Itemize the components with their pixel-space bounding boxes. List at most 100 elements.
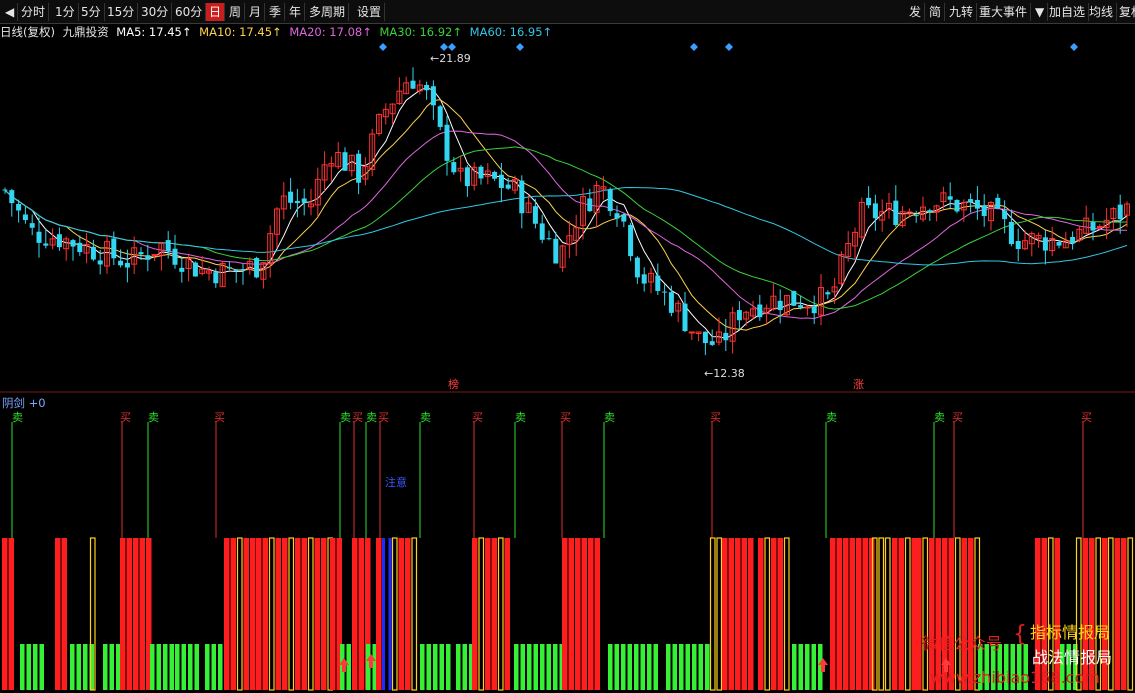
candle-body [56, 234, 62, 248]
indicator-bar-green [346, 644, 351, 690]
indicator-bar-green [39, 644, 44, 690]
indicator-bar-red [916, 538, 922, 690]
kline-chart[interactable]: ←21.89←12.38榜 涨卖卖卖卖卖卖卖卖卖买买买买买买买买买注意 [0, 40, 1135, 693]
tab-0[interactable]: 分时 [18, 3, 50, 21]
candle-body [118, 260, 124, 266]
tab-6[interactable]: 日 [206, 3, 226, 21]
tab-5[interactable]: 60分 [172, 3, 207, 21]
indicator-bar-green [666, 644, 671, 690]
period-label[interactable]: 日线(复权) [0, 25, 55, 39]
indicator-bar-green [798, 644, 803, 690]
indicator-bar-green [614, 644, 619, 690]
indicator-bar-red [748, 538, 754, 690]
candle-body [288, 191, 294, 203]
candle-body [29, 223, 35, 228]
watermark-brace: { [1013, 622, 1027, 647]
toolbar: ◀ 分时 1分 5分 15分 30分 60分日周月季年多周期 设置发简九转 重大事件 ▼ 加自选 均线… [0, 0, 1135, 24]
candle-body [1096, 226, 1103, 229]
tool-0[interactable]: 发 [906, 3, 926, 21]
candle-body [947, 196, 953, 200]
candle-body [444, 124, 450, 161]
indicator-bar-yellow [764, 537, 771, 691]
tab-12[interactable]: 设置 [354, 3, 386, 21]
indicator-bar-yellow [497, 537, 504, 691]
indicator-bar-green [76, 644, 81, 690]
candle-body [614, 213, 620, 219]
candle-body [682, 303, 688, 332]
tab-3[interactable]: 15分 [104, 3, 139, 21]
indicator-bar-red [295, 538, 301, 690]
tab-8[interactable]: 月 [246, 3, 266, 21]
indicator-bar-red [771, 538, 777, 690]
indicator-bar-yellow [878, 537, 885, 691]
ma30-line [4, 146, 1128, 310]
indicator-bar-red [139, 538, 145, 690]
indicator-bar-green [679, 644, 684, 690]
candle-body [662, 291, 668, 293]
tab-9[interactable]: 季 [266, 3, 286, 21]
indicator-bar-red [777, 538, 783, 690]
candle-body [621, 214, 627, 222]
candle-body [498, 174, 504, 188]
tab-10[interactable]: 年 [286, 3, 306, 21]
tool-6[interactable]: 均线 [1086, 3, 1118, 21]
ma20-value: MA20: 17.08↑ [289, 25, 372, 39]
indicator-bar-red [758, 538, 764, 690]
tool-5[interactable]: 加自选 [1046, 3, 1090, 21]
indicator-bar-red [243, 538, 249, 690]
tab-7[interactable]: 周 [226, 3, 246, 21]
candle-body [36, 231, 42, 243]
indicator-bar-red [575, 538, 581, 690]
sell-signal-label: 卖 [340, 411, 351, 424]
indicator-bar-yellow [391, 537, 398, 691]
indicator-bar-yellow [236, 537, 243, 691]
candle-body [634, 257, 640, 278]
candle-body [872, 203, 878, 219]
signal-diamond [1070, 43, 1078, 51]
indicator-bar-green [527, 644, 532, 690]
tool-1[interactable]: 简 [926, 3, 946, 21]
signal-diamond [516, 43, 524, 51]
candle-body [151, 254, 158, 257]
tab-4[interactable]: 30分 [138, 3, 173, 21]
tab-1[interactable]: 1分 [52, 3, 79, 21]
candle-body [240, 269, 246, 271]
indicator-bar-green [692, 644, 697, 690]
signal-diamond [440, 43, 448, 51]
indicator-bar-green [169, 644, 174, 690]
tab-11[interactable]: 多周期 [306, 3, 350, 21]
tab-2[interactable]: 5分 [78, 3, 105, 21]
indicator-bar-red [568, 538, 574, 690]
indicator-bar-green [426, 644, 431, 690]
indicator-value: +0 [28, 396, 46, 410]
indicator-bar-green [20, 644, 25, 690]
indicator-bar-red [262, 538, 268, 690]
indicator-bar-green [156, 644, 161, 690]
indicator-bar-red [849, 538, 855, 690]
indicator-bar-green [205, 644, 210, 690]
indicator-bar-green [218, 644, 223, 690]
indicator-bar-green [33, 644, 38, 690]
candle-body [553, 238, 559, 264]
tool-3[interactable]: 重大事件 [976, 3, 1032, 21]
candle-body [546, 238, 552, 240]
candle-body [77, 242, 83, 253]
indicator-bar-red [843, 538, 849, 690]
candle-body [777, 300, 783, 311]
candle-body [995, 197, 1001, 209]
high-price-label: ←21.89 [430, 52, 471, 65]
buy-signal-label: 买 [710, 411, 721, 424]
indicator-bar-blue [388, 538, 392, 690]
indicator-bar-green [792, 644, 797, 690]
tool-7[interactable]: 复权 [1116, 3, 1135, 21]
indicator-bar-green [805, 644, 810, 690]
candle-body [1056, 241, 1062, 246]
candle-body [825, 292, 831, 295]
candle-body [138, 252, 144, 255]
signal-diamond [448, 43, 456, 51]
indicator-bar-green [608, 644, 613, 690]
back-icon[interactable]: ◀ [2, 3, 19, 21]
indicator-bar-green [433, 644, 438, 690]
tool-2[interactable]: 九转 [946, 3, 978, 21]
ma10-value: MA10: 17.45↑ [199, 25, 282, 39]
